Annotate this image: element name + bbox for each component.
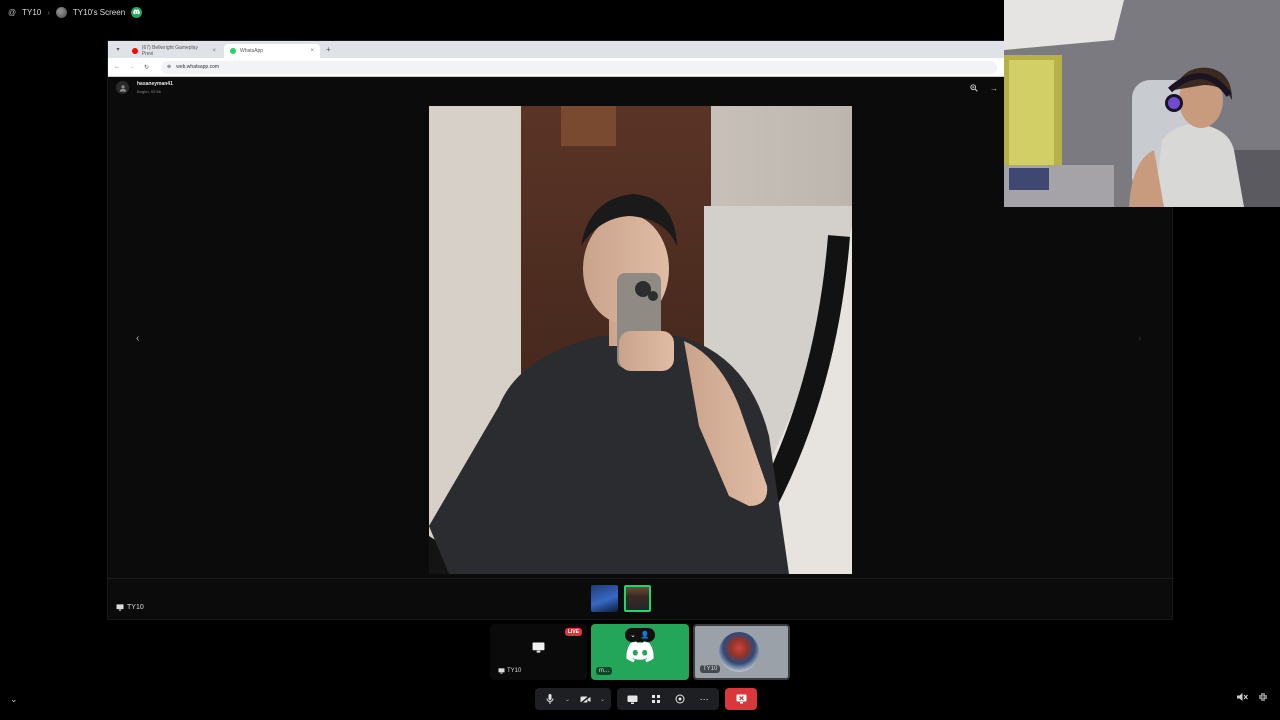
tab-list-chevron-icon[interactable]: ▾ <box>112 41 124 58</box>
leave-call-button[interactable] <box>725 688 758 710</box>
webcam-feed <box>1004 0 1280 207</box>
browser-tab-youtube[interactable]: (67) Bellwright Gameplay Previ × <box>126 44 222 58</box>
media-divider <box>108 578 1174 579</box>
tile-name: TY10 <box>700 665 721 673</box>
microphone-icon[interactable] <box>541 690 559 708</box>
end-stream-icon <box>736 694 747 704</box>
monitor-icon <box>116 604 124 611</box>
selfie-photo <box>429 106 852 574</box>
tile-overlay-controls: ⌄ 👤 <box>625 628 655 642</box>
browser-tab-whatsapp[interactable]: WhatsApp × <box>224 44 320 58</box>
tile-label: TY10 <box>495 667 524 675</box>
fullscreen-exit-icon[interactable] <box>1258 692 1268 705</box>
message-timestamp: Bugün, 02:56 <box>137 89 161 94</box>
browser-toolbar: ← → ↻ ⊜ web.whatsapp.com <box>108 58 1005 77</box>
tile-name: m... <box>596 667 612 675</box>
add-friend-icon[interactable]: 👤 <box>641 631 650 639</box>
back-icon[interactable]: ← <box>114 64 120 70</box>
chevron-down-icon[interactable]: ⌄ <box>630 631 636 639</box>
camera-off-icon[interactable] <box>576 690 594 708</box>
new-tab-icon[interactable]: + <box>322 41 335 58</box>
participant-tile-camera[interactable]: TY10 <box>693 624 790 680</box>
discord-avatar-icon <box>626 641 654 663</box>
action-control-group: ⋯ <box>617 688 720 710</box>
streamer-avatar <box>55 6 67 18</box>
stream-owner-tag: TY10 <box>116 604 144 611</box>
contact-avatar-icon[interactable] <box>116 81 129 94</box>
screen-title: TY10's Screen <box>72 7 126 17</box>
media-thumbnail-strip <box>591 585 651 612</box>
address-bar[interactable]: ⊜ web.whatsapp.com <box>161 60 997 74</box>
more-options-icon[interactable]: ⋯ <box>695 690 713 708</box>
forward-icon[interactable]: → <box>129 64 135 70</box>
volume-muted-icon[interactable] <box>1237 692 1248 705</box>
tab-title: (67) Bellwright Gameplay Previ <box>141 45 198 57</box>
mic-control-group: ⌄ ⌄ <box>535 688 612 710</box>
browser-tab-strip: ▾ (67) Bellwright Gameplay Previ × Whats… <box>108 41 1005 58</box>
camera-options-chevron-icon[interactable]: ⌄ <box>600 696 605 703</box>
discord-logo-icon <box>131 6 143 18</box>
close-tab-icon[interactable]: × <box>212 48 216 54</box>
media-viewer-actions: → <box>970 84 998 94</box>
streamer-name[interactable]: TY10 <box>22 8 41 17</box>
youtube-favicon-icon <box>132 48 138 54</box>
breadcrumb-separator: › <box>47 7 50 17</box>
previous-media-icon[interactable]: ‹ <box>136 333 139 344</box>
participant-avatar <box>719 632 759 672</box>
url-text: web.whatsapp.com <box>176 64 220 70</box>
whatsapp-favicon-icon <box>230 48 236 54</box>
site-info-icon[interactable]: ⊜ <box>167 64 171 70</box>
zoom-icon[interactable] <box>970 84 978 94</box>
tab-title: WhatsApp <box>240 48 264 54</box>
stream-view-controls <box>1237 692 1268 705</box>
media-thumbnail[interactable] <box>591 585 618 612</box>
next-media-icon[interactable]: › <box>1138 333 1141 344</box>
screen-share-icon <box>532 642 545 653</box>
server-prefix: @ <box>8 7 17 17</box>
screen-share-button-icon[interactable] <box>623 690 641 708</box>
live-badge: LIVE <box>564 628 582 636</box>
monitor-icon <box>498 668 505 674</box>
stream-owner-name: TY10 <box>127 604 144 611</box>
participant-tile-discord-user[interactable]: ⌄ 👤 m... <box>591 624 689 680</box>
tile-name: TY10 <box>507 668 522 674</box>
media-viewer-header: hasaneyman41 Bugün, 02:56 <box>116 81 173 94</box>
reload-icon[interactable]: ↻ <box>144 64 149 71</box>
participant-tile-screenshare[interactable]: LIVE TY10 <box>490 624 587 680</box>
soundboard-icon[interactable] <box>671 690 689 708</box>
mic-options-chevron-icon[interactable]: ⌄ <box>565 696 570 703</box>
forward-arrow-icon[interactable]: → <box>990 84 998 94</box>
stream-header: @ TY10 › TY10's Screen <box>0 0 1004 24</box>
media-thumbnail-selected[interactable] <box>624 585 651 612</box>
close-tab-icon[interactable]: × <box>310 48 314 54</box>
activities-icon[interactable] <box>647 690 665 708</box>
contact-name: hasaneyman41 <box>137 81 173 87</box>
collapse-chevron-icon[interactable]: ⌄ <box>10 694 18 705</box>
call-controls: ⌄ ⌄ ⋯ <box>535 688 758 710</box>
